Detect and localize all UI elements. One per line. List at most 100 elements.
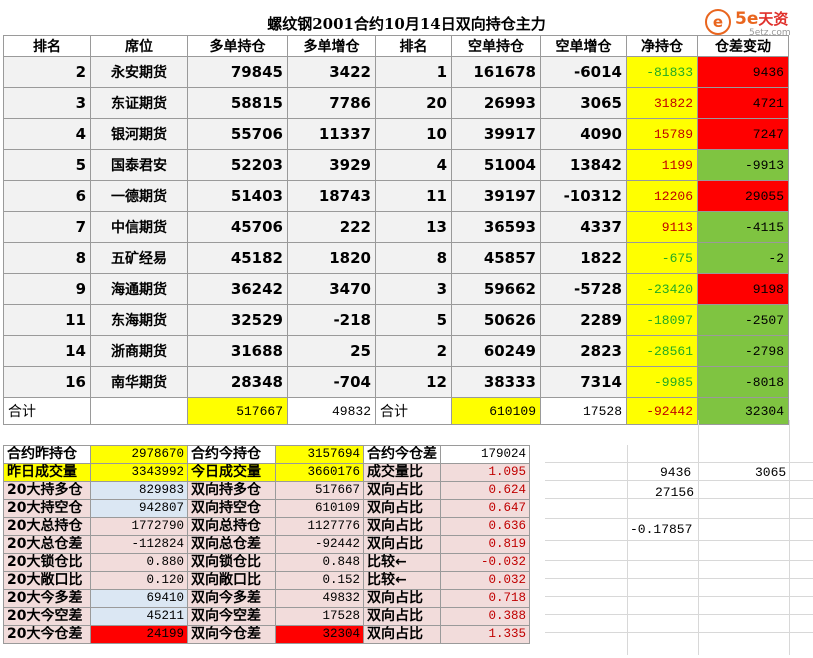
stat-value: 0.636 bbox=[440, 517, 530, 536]
short-change-cell: 4337 bbox=[540, 211, 627, 243]
stat-value: 69410 bbox=[90, 589, 188, 608]
short-position-cell: 39917 bbox=[451, 118, 541, 150]
position-diff-cell: -2507 bbox=[697, 304, 789, 336]
position-diff-cell: -4115 bbox=[697, 211, 789, 243]
stat-label: 20大今空差 bbox=[3, 607, 91, 626]
total-diff: 32304 bbox=[697, 397, 789, 425]
grid-line bbox=[545, 578, 813, 579]
stat-value: 0.819 bbox=[440, 535, 530, 554]
long-position-cell: 45182 bbox=[187, 242, 288, 274]
position-diff-cell: 29055 bbox=[697, 180, 789, 212]
stat-label: 合约今持仓 bbox=[187, 445, 276, 464]
column-header: 净持仓 bbox=[626, 35, 698, 57]
long-change-cell: 3929 bbox=[287, 149, 376, 181]
stat-label: 双向占比 bbox=[363, 517, 441, 536]
seat-cell: 东海期货 bbox=[90, 304, 188, 336]
grid-line bbox=[545, 462, 813, 463]
long-position-cell: 36242 bbox=[187, 273, 288, 305]
rank-cell: 2 bbox=[3, 56, 91, 88]
short-position-cell: 45857 bbox=[451, 242, 541, 274]
stat-label: 合约昨持仓 bbox=[3, 445, 91, 464]
net-position-cell: -675 bbox=[626, 242, 698, 274]
position-diff-cell: -2 bbox=[697, 242, 789, 274]
stat-label: 双向敞口比 bbox=[187, 571, 276, 590]
long-change-cell: 18743 bbox=[287, 180, 376, 212]
table-row: 8 五矿经易 45182 1820 8 45857 1822 -675 -2 bbox=[3, 242, 789, 274]
rank-cell: 14 bbox=[3, 335, 91, 367]
side-value-a: 9436 bbox=[660, 465, 692, 480]
stat-label: 20大总仓差 bbox=[3, 535, 91, 554]
long-change-cell: 222 bbox=[287, 211, 376, 243]
column-header: 多单增仓 bbox=[287, 35, 376, 57]
stat-value: 829983 bbox=[90, 481, 188, 500]
short-change-cell: 4090 bbox=[540, 118, 627, 150]
stat-value: 24199 bbox=[90, 625, 188, 644]
stat-value: 0.718 bbox=[440, 589, 530, 608]
rank-cell: 6 bbox=[3, 180, 91, 212]
long-change-cell: -218 bbox=[287, 304, 376, 336]
stat-label: 双向占比 bbox=[363, 499, 441, 518]
stat-value: 0.120 bbox=[90, 571, 188, 590]
stat-value: 517667 bbox=[275, 481, 364, 500]
short-rank-cell: 8 bbox=[375, 242, 452, 274]
logo-brand: 5e天资 bbox=[735, 9, 789, 29]
stat-label: 比较← bbox=[363, 553, 441, 572]
stat-label: 20大总持仓 bbox=[3, 517, 91, 536]
stat-label: 成交量比 bbox=[363, 463, 441, 482]
stat-label: 20大锁仓比 bbox=[3, 553, 91, 572]
rank-cell: 11 bbox=[3, 304, 91, 336]
position-diff-cell: -8018 bbox=[697, 366, 789, 398]
stats-row: 20大今多差 69410 双向今多差 49832 双向占比 0.718 bbox=[3, 589, 530, 608]
grid-line bbox=[545, 540, 813, 541]
stat-value: 0.032 bbox=[440, 571, 530, 590]
stats-row: 20大总仓差 -112824 双向总仓差 -92442 双向占比 0.819 bbox=[3, 535, 530, 554]
short-rank-cell: 2 bbox=[375, 335, 452, 367]
stats-row: 20大持多仓 829983 双向持多仓 517667 双向占比 0.624 bbox=[3, 481, 530, 500]
stat-value: 0.880 bbox=[90, 553, 188, 572]
short-position-cell: 26993 bbox=[451, 87, 541, 119]
seat-cell: 国泰君安 bbox=[90, 149, 188, 181]
short-position-cell: 50626 bbox=[451, 304, 541, 336]
stats-row: 20大总持仓 1772790 双向总持仓 1127776 双向占比 0.636 bbox=[3, 517, 530, 536]
stat-value: 49832 bbox=[275, 589, 364, 608]
short-rank-cell: 1 bbox=[375, 56, 452, 88]
short-position-cell: 59662 bbox=[451, 273, 541, 305]
stat-value: -112824 bbox=[90, 535, 188, 554]
stat-label: 双向总仓差 bbox=[187, 535, 276, 554]
stat-value: 610109 bbox=[275, 499, 364, 518]
stat-value: 0.152 bbox=[275, 571, 364, 590]
table-row: 3 东证期货 58815 7786 20 26993 3065 31822 4721 bbox=[3, 87, 789, 119]
rank-cell: 4 bbox=[3, 118, 91, 150]
side-value-b: 3065 bbox=[755, 465, 787, 480]
short-position-cell: 60249 bbox=[451, 335, 541, 367]
stat-value: 1127776 bbox=[275, 517, 364, 536]
total-label: 合计 bbox=[3, 397, 91, 425]
position-diff-cell: 4721 bbox=[697, 87, 789, 119]
stat-label: 20大持空仓 bbox=[3, 499, 91, 518]
net-position-cell: -18097 bbox=[626, 304, 698, 336]
stat-label: 20大今多差 bbox=[3, 589, 91, 608]
stat-label: 双向今仓差 bbox=[187, 625, 276, 644]
stat-value: 942807 bbox=[90, 499, 188, 518]
stats-row: 20大敞口比 0.120 双向敞口比 0.152 比较← 0.032 bbox=[3, 571, 530, 590]
column-header: 排名 bbox=[3, 35, 91, 57]
rank-cell: 5 bbox=[3, 149, 91, 181]
short-rank-cell: 12 bbox=[375, 366, 452, 398]
long-change-cell: 7786 bbox=[287, 87, 376, 119]
grid-line bbox=[545, 560, 813, 561]
table-row: 5 国泰君安 52203 3929 4 51004 13842 1199 -9913 bbox=[3, 149, 789, 181]
header-row: 排名 席位 多单持仓 多单增仓 排名 空单持仓 空单增仓 净持仓 仓差变动 bbox=[3, 35, 789, 57]
stat-label: 双向总持仓 bbox=[187, 517, 276, 536]
net-position-cell: 15789 bbox=[626, 118, 698, 150]
rank-cell: 7 bbox=[3, 211, 91, 243]
total-row: 合计 517667 49832 合计 610109 17528 -92442 32304 bbox=[3, 397, 789, 425]
stat-value: 0.388 bbox=[440, 607, 530, 626]
net-position-cell: -23420 bbox=[626, 273, 698, 305]
seat-cell: 东证期货 bbox=[90, 87, 188, 119]
stat-value: 45211 bbox=[90, 607, 188, 626]
short-change-cell: -5728 bbox=[540, 273, 627, 305]
seat-cell: 银河期货 bbox=[90, 118, 188, 150]
position-diff-cell: 7247 bbox=[697, 118, 789, 150]
positions-table: 排名 席位 多单持仓 多单增仓 排名 空单持仓 空单增仓 净持仓 仓差变动 2 永安期货 79845… bbox=[3, 35, 789, 425]
seat-cell: 南华期货 bbox=[90, 366, 188, 398]
